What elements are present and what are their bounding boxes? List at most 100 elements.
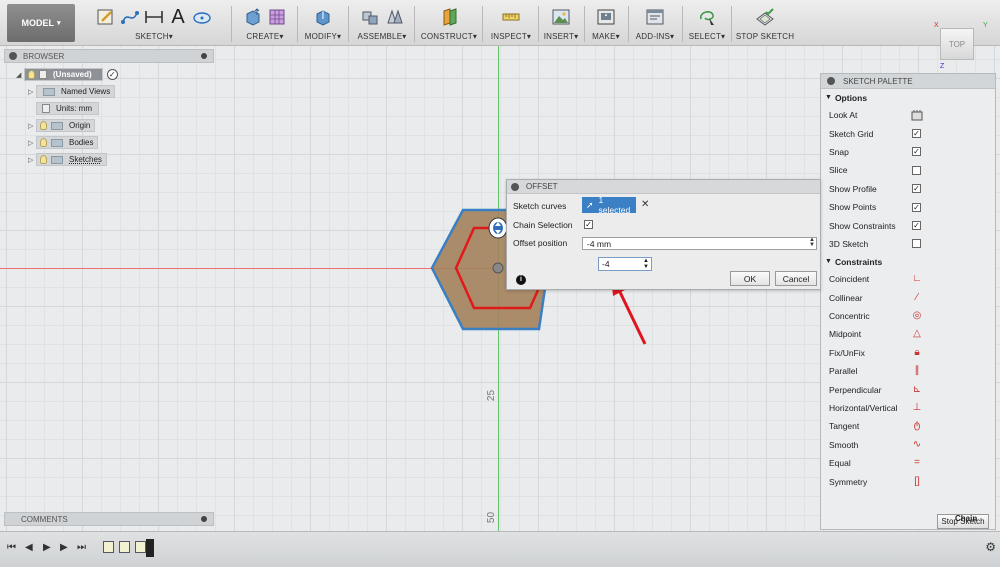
play-icon[interactable]: ▶	[43, 542, 51, 553]
modify-group[interactable]: MODIFY▾	[300, 4, 346, 44]
create-group[interactable]: CREATE▾	[234, 4, 296, 44]
option-sketch-grid[interactable]: Sketch Grid ✓	[821, 124, 995, 142]
offset-distance-inline-input[interactable]: -4 ▲ ▼	[598, 257, 652, 271]
expand-arrow-icon[interactable]: ▷	[28, 156, 36, 164]
constraint-parallel[interactable]: Parallel ∥	[821, 362, 995, 380]
show-points-checkbox[interactable]: ✓	[912, 202, 921, 212]
lock-icon[interactable]: 🔒︎	[911, 347, 923, 359]
constraint-symmetry[interactable]: Symmetry []	[821, 472, 995, 490]
measure-icon[interactable]	[501, 7, 521, 27]
3d-print-icon[interactable]	[596, 7, 616, 27]
visibility-bulb-icon[interactable]	[40, 138, 47, 147]
press-pull-icon[interactable]	[313, 7, 333, 27]
form-icon[interactable]	[267, 7, 287, 27]
expand-arrow-icon[interactable]: ▷	[28, 139, 36, 147]
pin-icon[interactable]	[201, 53, 207, 59]
cancel-button[interactable]: Cancel	[775, 271, 817, 286]
visibility-bulb-icon[interactable]	[28, 70, 35, 79]
midpoint-icon[interactable]: △	[911, 328, 923, 340]
browser-item-bodies[interactable]: ▷ Bodies	[28, 136, 99, 149]
horizontal-vertical-icon[interactable]: ⊥	[911, 402, 923, 414]
constraint-coincident[interactable]: Coincident ∟	[821, 270, 995, 288]
constraint-collinear[interactable]: Collinear ⁄	[821, 289, 995, 307]
option-show-constraints[interactable]: Show Constraints ✓	[821, 216, 995, 234]
expand-arrow-icon[interactable]: ▷	[28, 88, 36, 96]
constraint-fix-unfix[interactable]: Fix/UnFix 🔒︎	[821, 344, 995, 362]
scripts-addins-icon[interactable]	[645, 7, 665, 27]
browser-item-units[interactable]: Units: mm	[36, 102, 99, 115]
symmetry-icon[interactable]: []	[911, 476, 923, 488]
info-icon[interactable]: i	[516, 275, 526, 285]
dimension-icon[interactable]	[144, 7, 164, 27]
new-component-icon[interactable]	[360, 7, 380, 27]
spinner-icon[interactable]: ▲ ▼	[643, 258, 649, 270]
3d-sketch-checkbox[interactable]	[912, 239, 921, 249]
smooth-icon[interactable]: ∿	[911, 439, 923, 451]
constraint-smooth[interactable]: Smooth ∿	[821, 436, 995, 454]
browser-header[interactable]: BROWSER	[4, 49, 214, 63]
comments-header[interactable]: COMMENTS	[4, 512, 214, 526]
parallel-icon[interactable]: ∥	[911, 365, 923, 377]
assemble-group[interactable]: ASSEMBLE▾	[352, 4, 412, 44]
tangent-icon[interactable]: ტ	[911, 420, 923, 432]
inspect-group[interactable]: INSPECT▾	[486, 4, 536, 44]
show-constraints-checkbox[interactable]: ✓	[912, 221, 921, 231]
timeline-sketch-item[interactable]	[103, 541, 114, 553]
select-lasso-icon[interactable]	[697, 7, 717, 27]
chain-selection-checkbox[interactable]: ✓	[584, 220, 593, 229]
go-to-start-icon[interactable]: ⏮	[7, 542, 16, 553]
timeline-sketch-item[interactable]	[119, 541, 130, 553]
spline-icon[interactable]	[120, 7, 140, 27]
insert-image-icon[interactable]	[551, 7, 571, 27]
ellipse-icon[interactable]	[192, 7, 212, 27]
sketch-palette-header[interactable]: SKETCH PALETTE	[821, 74, 995, 89]
collapse-icon[interactable]	[827, 77, 835, 85]
concentric-icon[interactable]: ◎	[911, 310, 923, 322]
option-show-profile[interactable]: Show Profile ✓	[821, 180, 995, 198]
option-snap[interactable]: Snap ✓	[821, 143, 995, 161]
ok-button[interactable]: OK	[730, 271, 770, 286]
options-section-header[interactable]: ▼ Options	[821, 89, 995, 106]
collinear-icon[interactable]: ⁄	[911, 292, 923, 304]
option-show-points[interactable]: Show Points ✓	[821, 198, 995, 216]
sketch-group[interactable]: A SKETCH▾	[80, 4, 228, 44]
option-look-at[interactable]: Look At	[821, 106, 995, 124]
insert-group[interactable]: INSERT▾	[540, 4, 582, 44]
extrude-icon[interactable]	[243, 7, 263, 27]
sketch-grid-checkbox[interactable]: ✓	[912, 129, 921, 139]
stop-sketch-icon[interactable]	[755, 7, 775, 27]
timeline-sketch-item[interactable]	[135, 541, 146, 553]
collapse-icon[interactable]	[511, 182, 519, 191]
constraints-section-header[interactable]: ▼ Constraints	[821, 253, 995, 270]
constraint-tangent[interactable]: Tangent ტ	[821, 417, 995, 435]
browser-root-item[interactable]: ◢ (Unsaved) ✓	[16, 68, 118, 81]
constraint-equal[interactable]: Equal =	[821, 454, 995, 472]
browser-item-named-views[interactable]: ▷ Named Views	[28, 85, 116, 98]
pin-icon[interactable]	[201, 516, 207, 522]
option-3d-sketch[interactable]: 3D Sketch	[821, 235, 995, 253]
construct-group[interactable]: CONSTRUCT▾	[418, 4, 480, 44]
offset-plane-icon[interactable]	[439, 7, 459, 27]
look-at-icon[interactable]	[911, 109, 923, 121]
constraint-perpendicular[interactable]: Perpendicular ⊾	[821, 380, 995, 398]
expand-arrow-icon[interactable]: ▷	[28, 122, 36, 130]
create-sketch-icon[interactable]	[96, 7, 116, 27]
expand-arrow-icon[interactable]: ◢	[16, 71, 24, 79]
addins-group[interactable]: ADD-INS▾	[630, 4, 680, 44]
joint-icon[interactable]	[384, 7, 404, 27]
browser-item-sketches[interactable]: ▷ Sketches	[28, 153, 107, 166]
sketch-curves-selection[interactable]: ➚ 1 selected	[582, 195, 636, 215]
select-group[interactable]: SELECT▾	[684, 4, 730, 44]
active-check-icon[interactable]: ✓	[106, 69, 118, 80]
equal-icon[interactable]: =	[911, 457, 923, 469]
stop-sketch-group[interactable]: STOP SKETCH	[734, 4, 796, 44]
constraint-midpoint[interactable]: Midpoint △	[821, 325, 995, 343]
make-group[interactable]: MAKE▾	[586, 4, 626, 44]
constraint-concentric[interactable]: Concentric ◎	[821, 307, 995, 325]
perpendicular-icon[interactable]: ⊾	[911, 384, 923, 396]
constraint-horizontal-vertical[interactable]: Horizontal/Vertical ⊥	[821, 399, 995, 417]
browser-item-origin[interactable]: ▷ Origin	[28, 119, 96, 132]
collapse-icon[interactable]	[9, 52, 17, 60]
clear-selection-icon[interactable]: ✕	[641, 199, 649, 210]
text-tool-icon[interactable]: A	[168, 7, 188, 27]
